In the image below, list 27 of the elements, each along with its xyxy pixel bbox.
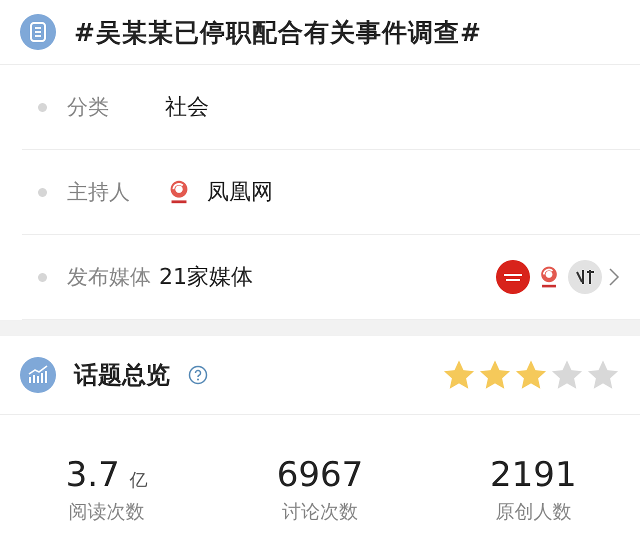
stat-value: 3.7: [66, 455, 120, 495]
chevron-right-icon[interactable]: [608, 267, 620, 287]
star-icon: [586, 359, 620, 391]
star-icon: [550, 359, 584, 391]
category-value: 社会: [165, 94, 209, 122]
chart-icon: [20, 357, 56, 393]
bullet-icon: [38, 102, 47, 112]
row-label: 主持人: [67, 179, 131, 206]
topic-title: #吴某某已停职配合有关事件调查#: [74, 16, 482, 48]
stat-label: 讨论次数: [282, 500, 358, 525]
host-name[interactable]: 凤凰网: [207, 177, 273, 207]
row-label: 发布媒体: [67, 264, 152, 291]
stat-value: 2191: [490, 455, 577, 495]
stat-value: 6967: [276, 455, 364, 495]
bullet-icon: [38, 272, 47, 282]
row-label: 分类: [67, 94, 110, 121]
star-icon: [442, 359, 476, 391]
media-count: 21家媒体: [159, 264, 253, 292]
stat-unit: 亿: [130, 470, 148, 491]
list-icon: [20, 14, 56, 50]
help-icon[interactable]: [188, 365, 208, 385]
star-icon: [514, 359, 548, 391]
star-icon: [478, 359, 512, 391]
bullet-icon: [38, 188, 47, 196]
stat-label: 阅读次数: [68, 500, 145, 525]
overview-title: 话题总览: [74, 360, 170, 391]
stat-label: 原创人数: [495, 500, 572, 525]
